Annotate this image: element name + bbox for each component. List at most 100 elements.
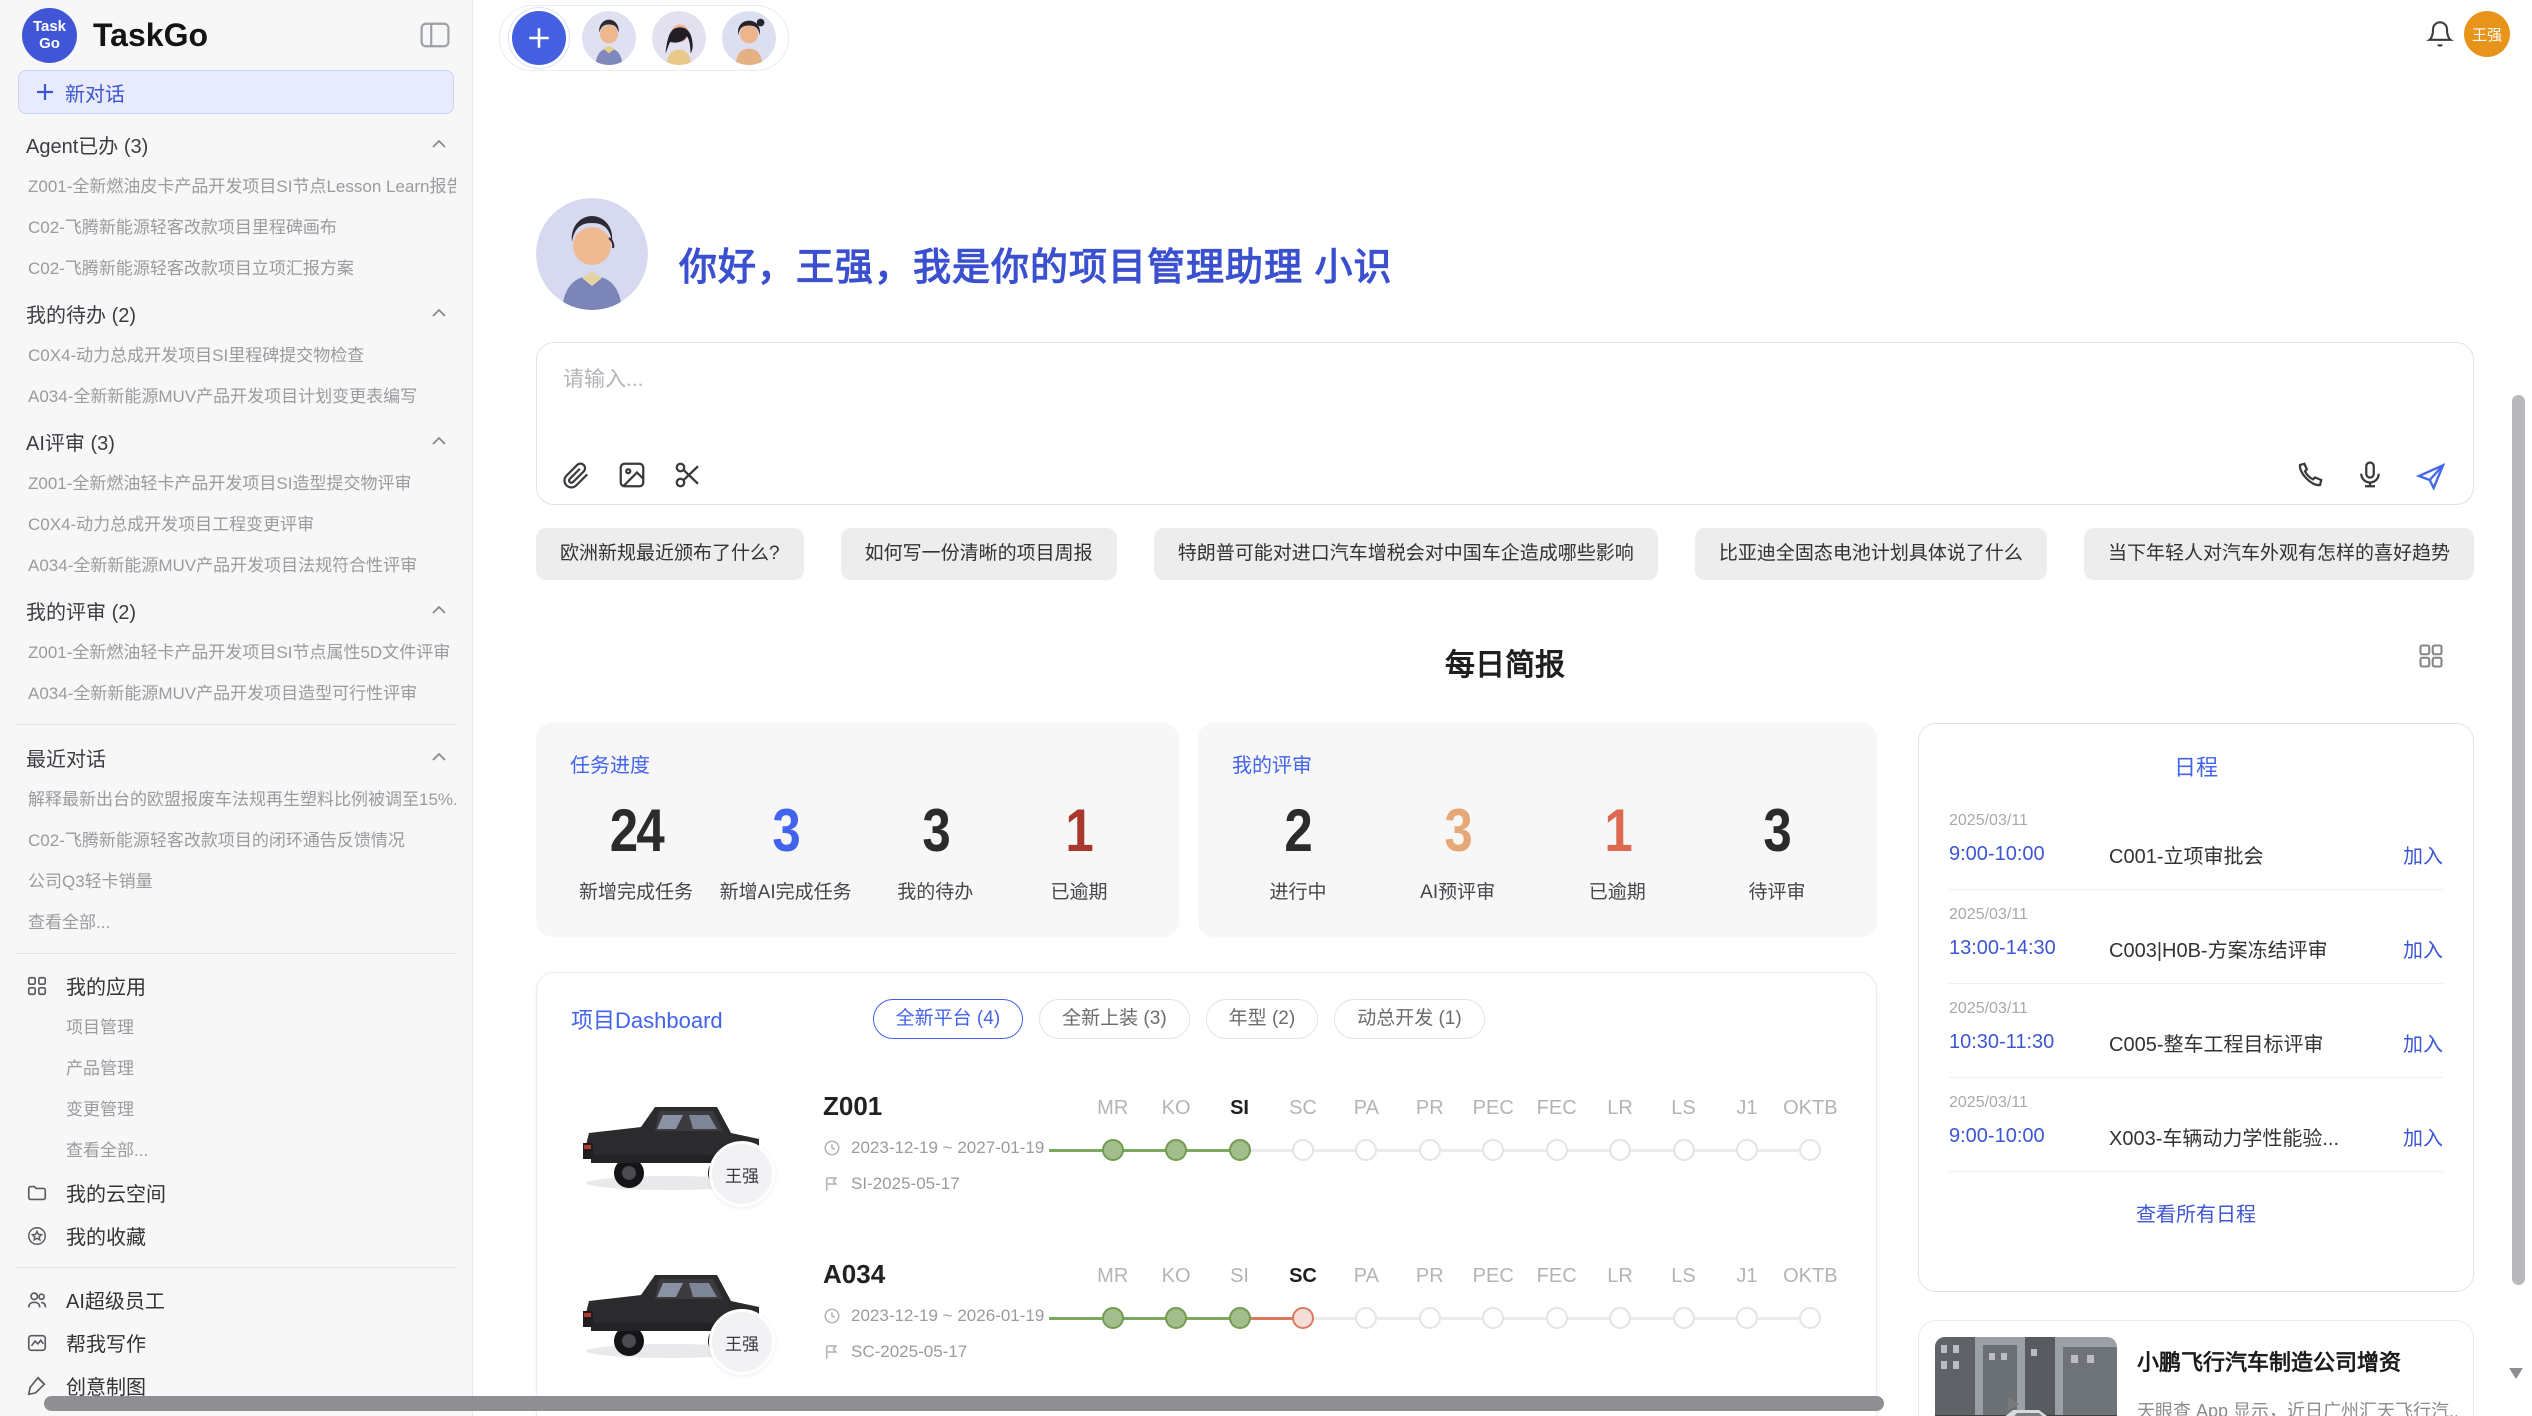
suggestion-chip[interactable]: 如何写一份清晰的项目周报 <box>841 528 1117 580</box>
chevron-up-icon[interactable] <box>432 601 446 619</box>
card-title: 我的评审 <box>1232 749 1843 778</box>
join-link[interactable]: 加入 <box>2403 1028 2443 1057</box>
user-avatar[interactable]: 王强 <box>2464 11 2510 57</box>
scroll-down-arrow-icon[interactable] <box>2509 1368 2523 1379</box>
image-upload-icon[interactable] <box>617 460 647 490</box>
sidebar-item[interactable]: C02-飞腾新能源轻客改款项目里程碑画布 <box>16 207 456 248</box>
recent-conversation-item[interactable]: 查看全部... <box>16 902 456 943</box>
chevron-up-icon[interactable] <box>432 304 446 322</box>
project-row[interactable]: 王强 Z001 2023-12-19 ~ 2027-01-19 SI-2025-… <box>571 1085 1842 1195</box>
sidebar-item[interactable]: C0X4-动力总成开发项目SI里程碑提交物检查 <box>16 335 456 376</box>
project-media: 王强 <box>571 1253 823 1363</box>
sidebar-item[interactable]: A034-全新新能源MUV产品开发项目计划变更表编写 <box>16 376 456 417</box>
dashboard-tab[interactable]: 全新平台 (4) <box>873 999 1024 1039</box>
layout-grid-icon[interactable] <box>2417 642 2445 670</box>
ai-super-staff-label: AI超级员工 <box>66 1285 165 1314</box>
sidebar-group-ai-review[interactable]: AI评审 (3) <box>16 419 456 463</box>
sidebar-item[interactable]: A034-全新新能源MUV产品开发项目法规符合性评审 <box>16 545 456 586</box>
chevron-up-icon[interactable] <box>432 748 446 766</box>
schedule-name: C005-整车工程目标评审 <box>2109 1028 2403 1057</box>
vertical-scrollbar[interactable] <box>2512 395 2525 1285</box>
sidebar-group-my-review[interactable]: 我的评审 (2) <box>16 588 456 632</box>
schedule-name: X003-车辆动力学性能验... <box>2109 1122 2403 1151</box>
suggestion-chip[interactable]: 当下年轻人对汽车外观有怎样的喜好趋势 <box>2084 528 2474 580</box>
scissors-icon[interactable] <box>673 460 703 490</box>
notification-bell-icon[interactable] <box>2426 20 2454 48</box>
agent-avatar-2[interactable] <box>652 11 706 65</box>
sidebar-item-my-apps[interactable]: 我的应用 <box>16 964 456 1007</box>
schedule-item: 2025/03/11 9:00-10:00 X003-车辆动力学性能验... 加… <box>1949 1078 2443 1172</box>
milestone-dot <box>1546 1139 1568 1161</box>
app-shortcut-item[interactable]: 项目管理 <box>16 1007 456 1048</box>
schedule-item: 2025/03/11 13:00-14:30 C003|H0B-方案冻结评审 加… <box>1949 890 2443 984</box>
project-code: Z001 <box>823 1091 1081 1122</box>
sidebar-item[interactable]: C02-飞腾新能源轻客改款项目立项汇报方案 <box>16 248 456 289</box>
sidebar-group-my-todo[interactable]: 我的待办 (2) <box>16 291 456 335</box>
sidebar-item[interactable]: Z001-全新燃油皮卡产品开发项目SI节点Lesson Learn报告 <box>16 166 456 207</box>
app-shortcut-item[interactable]: 查看全部... <box>16 1130 456 1171</box>
join-link[interactable]: 加入 <box>2403 840 2443 869</box>
dashboard-tab[interactable]: 全新上装 (3) <box>1039 999 1190 1039</box>
schedule-time: 13:00-14:30 <box>1949 937 2109 960</box>
milestone-label: J1 <box>1736 1265 1757 1291</box>
sidebar-item[interactable]: Z001-全新燃油轻卡产品开发项目SI造型提交物评审 <box>16 463 456 504</box>
join-link[interactable]: 加入 <box>2403 934 2443 963</box>
app-logo: Task Go <box>22 8 77 63</box>
group-count: (3) <box>90 433 114 455</box>
stat-label: 已逾期 <box>1557 877 1677 904</box>
sidebar-item-help-me-write[interactable]: 帮我写作 <box>16 1321 456 1364</box>
sidebar-item-favorites[interactable]: 我的收藏 <box>16 1214 456 1257</box>
chat-composer[interactable]: 请输入... <box>536 342 2474 505</box>
horizontal-scrollbar[interactable] <box>44 1396 1884 1411</box>
sidebar-header: Task Go TaskGo <box>16 0 456 64</box>
app-shortcut-item[interactable]: 变更管理 <box>16 1089 456 1130</box>
recent-conversation-item[interactable]: C02-飞腾新能源轻客改款项目的闭环通告反馈情况 <box>16 820 456 861</box>
sidebar: Task Go TaskGo 新对话 Agent已办 (3) Z001-全新燃油… <box>0 0 473 1416</box>
project-row[interactable]: 王强 A034 2023-12-19 ~ 2026-01-19 SC-2025-… <box>571 1253 1842 1363</box>
view-all-schedule-link[interactable]: 查看所有日程 <box>1949 1198 2443 1227</box>
sidebar-item-cloud-space[interactable]: 我的云空间 <box>16 1171 456 1214</box>
sidebar-item[interactable]: Z001-全新燃油轻卡产品开发项目SI节点属性5D文件评审 <box>16 632 456 673</box>
chevron-up-icon[interactable] <box>432 432 446 450</box>
sidebar-group-agent-done[interactable]: Agent已办 (3) <box>16 122 456 166</box>
chevron-up-icon[interactable] <box>432 135 446 153</box>
news-card[interactable]: 小鹏飞行汽车制造公司增资 天眼查 App 显示，近日广州汇天飞行汽... <box>1918 1320 2474 1416</box>
app-shortcut-item[interactable]: 产品管理 <box>16 1048 456 1089</box>
milestone-label: KO <box>1162 1097 1191 1123</box>
sidebar-item[interactable]: C0X4-动力总成开发项目工程变更评审 <box>16 504 456 545</box>
dashboard-tab[interactable]: 年型 (2) <box>1206 999 1319 1039</box>
recent-conversation-item[interactable]: 公司Q3轻卡销量 <box>16 861 456 902</box>
new-chat-button[interactable]: 新对话 <box>18 70 454 114</box>
attachment-icon[interactable] <box>561 460 591 490</box>
plus-icon <box>35 82 55 102</box>
sidebar-collapse-icon[interactable] <box>420 22 450 48</box>
milestone-label: FEC <box>1537 1097 1577 1123</box>
daily-briefing-title: 每日简报 <box>536 640 2474 684</box>
new-chat-label: 新对话 <box>65 78 125 107</box>
milestone-dot <box>1292 1307 1314 1329</box>
milestone-label: SC <box>1289 1265 1317 1291</box>
suggestion-chip[interactable]: 欧洲新规最近颁布了什么? <box>536 528 804 580</box>
milestone-label: LS <box>1671 1265 1695 1291</box>
sidebar-group-recent[interactable]: 最近对话 <box>16 735 456 779</box>
microphone-icon[interactable] <box>2355 460 2385 490</box>
new-session-button[interactable] <box>512 11 566 65</box>
recent-conversation-item[interactable]: 解释最新出台的欧盟报废车法规再生塑料比例被调至15%... <box>16 779 456 820</box>
stat-value: 24 <box>609 796 662 865</box>
agent-avatar-3[interactable] <box>722 11 776 65</box>
people-icon <box>26 1288 50 1312</box>
suggestion-chip[interactable]: 特朗普可能对进口汽车增税会对中国车企造成哪些影响 <box>1154 528 1658 580</box>
phone-call-icon[interactable] <box>2295 460 2325 490</box>
suggestion-chip[interactable]: 比亚迪全固态电池计划具体说了什么 <box>1695 528 2047 580</box>
agent-avatar-1[interactable] <box>582 11 636 65</box>
sidebar-item[interactable]: A034-全新新能源MUV产品开发项目造型可行性评审 <box>16 673 456 714</box>
stat-label: 进行中 <box>1238 877 1358 904</box>
sidebar-item-ai-super-staff[interactable]: AI超级员工 <box>16 1278 456 1321</box>
app-window: Task Go TaskGo 新对话 Agent已办 (3) Z001-全新燃油… <box>0 0 2532 1416</box>
scroll-right-arrow-icon[interactable] <box>2008 1397 2019 1411</box>
dashboard-tab[interactable]: 动总开发 (1) <box>1334 999 1485 1039</box>
dashboard-tabs: 全新平台 (4) 全新上装 (3) 年型 (2) 动总开发 (1) <box>873 999 1485 1039</box>
join-link[interactable]: 加入 <box>2403 1122 2443 1151</box>
schedule-date: 2025/03/11 <box>1949 1094 2443 1112</box>
send-icon[interactable] <box>2415 460 2445 490</box>
